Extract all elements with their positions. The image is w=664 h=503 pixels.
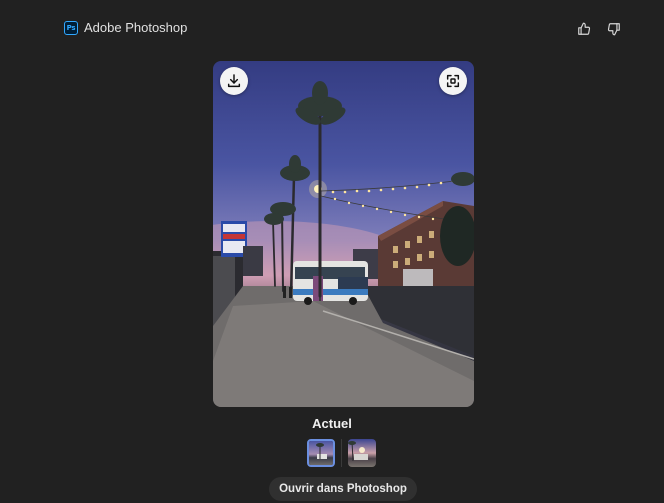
thumbnail-current[interactable] [307,439,335,467]
version-thumbnails [307,439,376,467]
fullscreen-icon [446,74,460,88]
thumbnail-divider [341,439,342,467]
street-scene-image [213,81,474,407]
version-caption: Actuel [312,416,352,431]
thumbnail-alternate[interactable] [348,439,376,467]
app-window: Ps Adobe Photoshop Actuel Ouvrir dans Ph… [0,0,664,503]
download-icon [227,74,241,88]
generated-image[interactable] [213,61,474,407]
app-header: Ps Adobe Photoshop [64,20,187,35]
thumbs-down-button[interactable] [604,19,624,39]
thumbs-up-icon [578,22,591,35]
thumbnail-alternate-image [348,439,376,467]
thumbnail-current-image [309,441,333,465]
open-in-photoshop-button[interactable]: Ouvrir dans Photoshop [269,477,417,501]
thumbs-down-icon [607,23,620,36]
photoshop-logo-icon: Ps [64,20,78,35]
app-name: Adobe Photoshop [84,20,188,35]
download-button[interactable] [220,67,248,95]
feedback-buttons [574,19,624,39]
fullscreen-button[interactable] [439,67,467,95]
thumbs-up-button[interactable] [574,19,594,39]
